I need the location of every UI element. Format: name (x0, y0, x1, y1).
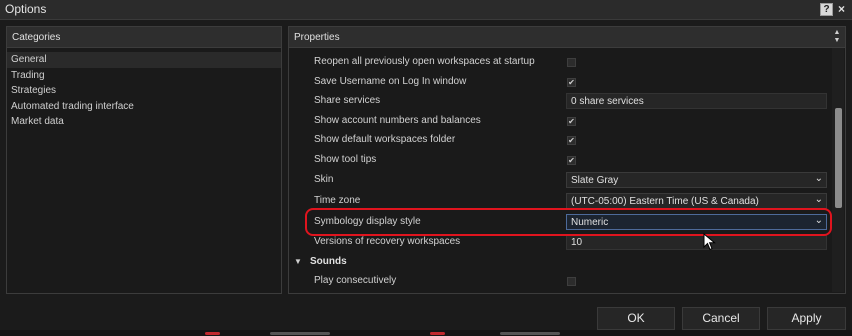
scroll-down-icon[interactable]: ▼ (833, 37, 841, 45)
play-consecutively-checkbox[interactable] (567, 277, 576, 286)
prop-label: Reopen all previously open workspaces at… (314, 56, 535, 67)
ok-button[interactable]: OK (597, 307, 675, 330)
window-title: Options (5, 2, 47, 16)
skin-value: Slate Gray (571, 175, 619, 186)
reopen-workspaces-checkbox[interactable] (567, 58, 576, 67)
title-bar: Options ? × (0, 0, 852, 20)
category-market-data[interactable]: Market data (7, 114, 281, 130)
check-icon: ✔ (568, 77, 575, 87)
sounds-section-label: Sounds (310, 255, 347, 267)
prop-label: Show account numbers and balances (314, 114, 481, 126)
properties-header: Properties ▲ ▼ (289, 27, 845, 48)
prop-row-show-tool-tips: Show tool tips ✔ (288, 151, 830, 171)
prop-label: Time zone (314, 194, 361, 206)
categories-panel: Categories General Trading Strategies Au… (6, 26, 282, 294)
categories-list: General Trading Strategies Automated tra… (7, 48, 281, 130)
prop-row-show-account-numbers: Show account numbers and balances ✔ (288, 112, 830, 132)
show-account-numbers-checkbox[interactable]: ✔ (567, 116, 576, 126)
categories-header: Categories (7, 27, 281, 48)
prop-row-skin: Skin Slate Gray ⌄ (288, 171, 830, 191)
prop-row-share-services: Share services 0 share services (288, 92, 830, 112)
prop-label: Save Username on Log In window (314, 75, 467, 87)
prop-label: Show default workspaces folder (314, 134, 456, 145)
sounds-section-header[interactable]: ▼ Sounds (288, 253, 830, 273)
scrollbar-thumb[interactable] (835, 108, 842, 208)
background-mark (500, 332, 560, 335)
category-trading[interactable]: Trading (7, 68, 281, 84)
collapse-triangle-icon[interactable]: ▼ (294, 257, 302, 266)
recovery-versions-field[interactable]: 10 (566, 234, 827, 250)
apply-button[interactable]: Apply (767, 307, 846, 330)
prop-row-play-consecutively: Play consecutively (288, 272, 830, 292)
check-icon: ✔ (568, 116, 575, 126)
time-zone-value: (UTC-05:00) Eastern Time (US & Canada) (571, 195, 759, 207)
highlight-annotation (305, 208, 832, 236)
prop-label: Share services (314, 95, 381, 106)
skin-select[interactable]: Slate Gray ⌄ (566, 172, 827, 188)
category-automated-trading-interface[interactable]: Automated trading interface (7, 99, 281, 115)
background-mark (430, 332, 445, 335)
chevron-down-icon: ⌄ (814, 173, 823, 184)
time-zone-select[interactable]: (UTC-05:00) Eastern Time (US & Canada) ⌄ (566, 192, 827, 209)
check-icon: ✔ (568, 155, 575, 165)
cancel-button[interactable]: Cancel (682, 307, 760, 330)
category-general[interactable]: General (7, 52, 281, 68)
properties-header-label: Properties (294, 32, 340, 43)
category-strategies[interactable]: Strategies (7, 83, 281, 99)
prop-row-save-username: Save Username on Log In window ✔ (288, 73, 830, 93)
background-mark (270, 332, 330, 335)
prop-row-reopen-workspaces: Reopen all previously open workspaces at… (288, 53, 830, 73)
background-strip (0, 330, 852, 336)
prop-label: Versions of recovery workspaces (314, 236, 461, 247)
header-scroll-arrows[interactable]: ▲ ▼ (833, 29, 841, 45)
prop-label: Show tool tips (314, 153, 377, 165)
show-default-workspaces-checkbox[interactable]: ✔ (567, 136, 576, 145)
check-icon: ✔ (568, 136, 575, 145)
scroll-up-icon[interactable]: ▲ (833, 29, 841, 37)
show-tool-tips-checkbox[interactable]: ✔ (567, 155, 576, 165)
chevron-down-icon: ⌄ (814, 193, 823, 205)
save-username-checkbox[interactable]: ✔ (567, 77, 576, 87)
background-mark (205, 332, 220, 335)
help-button[interactable]: ? (820, 3, 833, 16)
share-services-field[interactable]: 0 share services (566, 93, 827, 109)
prop-row-show-default-workspaces: Show default workspaces folder ✔ (288, 131, 830, 151)
prop-label: Skin (314, 174, 334, 185)
properties-scrollbar[interactable] (832, 48, 844, 292)
prop-label: Play consecutively (314, 275, 397, 286)
mouse-pointer-icon (703, 233, 716, 251)
close-button[interactable]: × (835, 3, 848, 16)
